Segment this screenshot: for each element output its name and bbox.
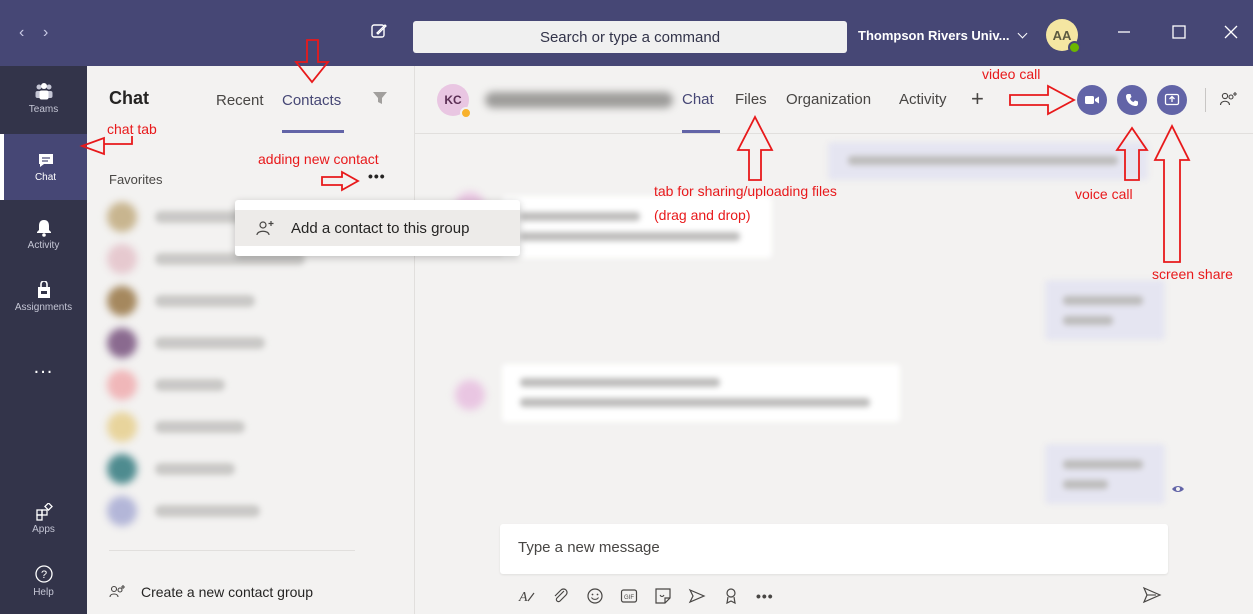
- arrow-contacts: [294, 39, 330, 84]
- arrow-voice: [1115, 126, 1149, 181]
- arrow-video: [1009, 84, 1076, 116]
- arrow-add-contact: [321, 170, 360, 192]
- arrow-files: [736, 115, 774, 181]
- annotation-arrows: [79, 39, 1191, 263]
- arrow-screen-share: [1153, 123, 1191, 263]
- arrow-chat-tab: [79, 136, 133, 156]
